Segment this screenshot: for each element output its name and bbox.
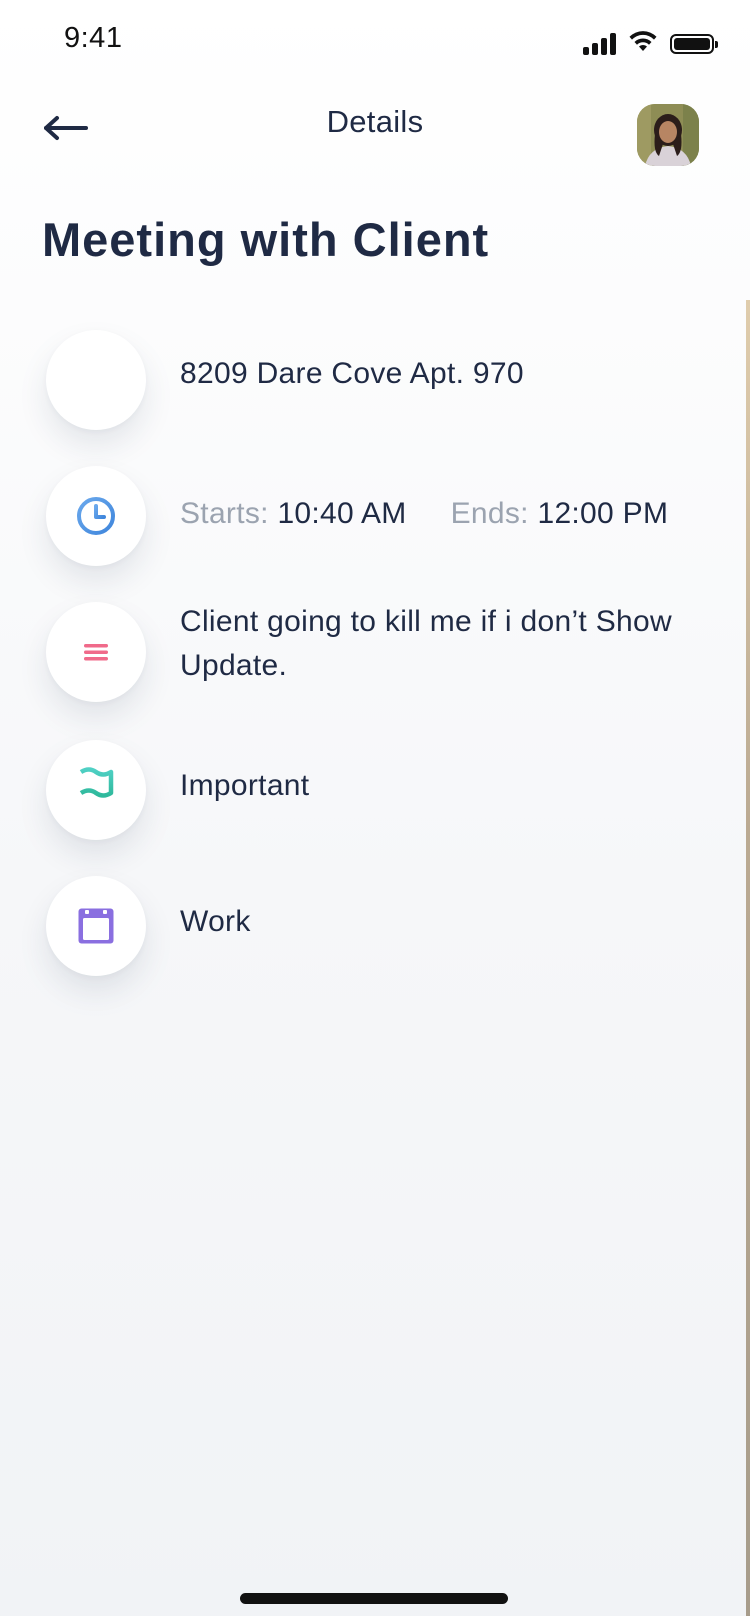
location-icon (46, 330, 146, 430)
page-title: Meeting with Client (42, 213, 490, 266)
priority-row[interactable]: Important (46, 740, 726, 840)
category-row[interactable]: Work (46, 876, 726, 976)
home-indicator[interactable] (240, 1593, 508, 1604)
avatar[interactable] (637, 104, 699, 166)
clock-icon-circle (46, 466, 146, 566)
avatar-photo (637, 104, 699, 166)
ends-label: Ends: (450, 497, 529, 530)
starts-value: 10:40 AM (277, 497, 407, 530)
start-time: Starts: 10:40 AM (180, 492, 407, 536)
background-edge (746, 300, 750, 1616)
description-row[interactable]: Client going to kill me if i don’t Show … (46, 602, 726, 712)
time-row[interactable]: Starts: 10:40 AM Ends: 12:00 PM (46, 466, 726, 566)
status-bar: 9:41 (0, 0, 750, 80)
cellular-signal-icon (583, 32, 616, 55)
battery-icon (670, 33, 718, 54)
time-text: Starts: 10:40 AM Ends: 12:00 PM (180, 492, 668, 536)
flag-icon (78, 767, 114, 813)
clock-icon (77, 497, 115, 535)
location-text: 8209 Dare Cove Apt. 970 (180, 357, 524, 390)
calendar-icon (78, 908, 114, 944)
priority-text: Important (180, 769, 310, 802)
menu-lines-icon (84, 644, 108, 661)
event-details-screen: 9:41 Details Meeting with Client 8209 Da… (0, 0, 750, 1616)
wifi-icon (628, 30, 658, 57)
status-icons (583, 30, 718, 57)
category-text: Work (180, 905, 251, 938)
starts-label: Starts: (180, 497, 269, 530)
end-time: Ends: 12:00 PM (451, 492, 669, 536)
description-text: Client going to kill me if i don’t Show … (180, 605, 672, 682)
menu-lines-icon-circle (46, 602, 146, 702)
calendar-icon-circle (46, 876, 146, 976)
flag-icon-circle (46, 740, 146, 840)
ends-value: 12:00 PM (537, 497, 669, 530)
status-time: 9:41 (64, 22, 123, 54)
location-row[interactable]: 8209 Dare Cove Apt. 970 (46, 330, 726, 430)
